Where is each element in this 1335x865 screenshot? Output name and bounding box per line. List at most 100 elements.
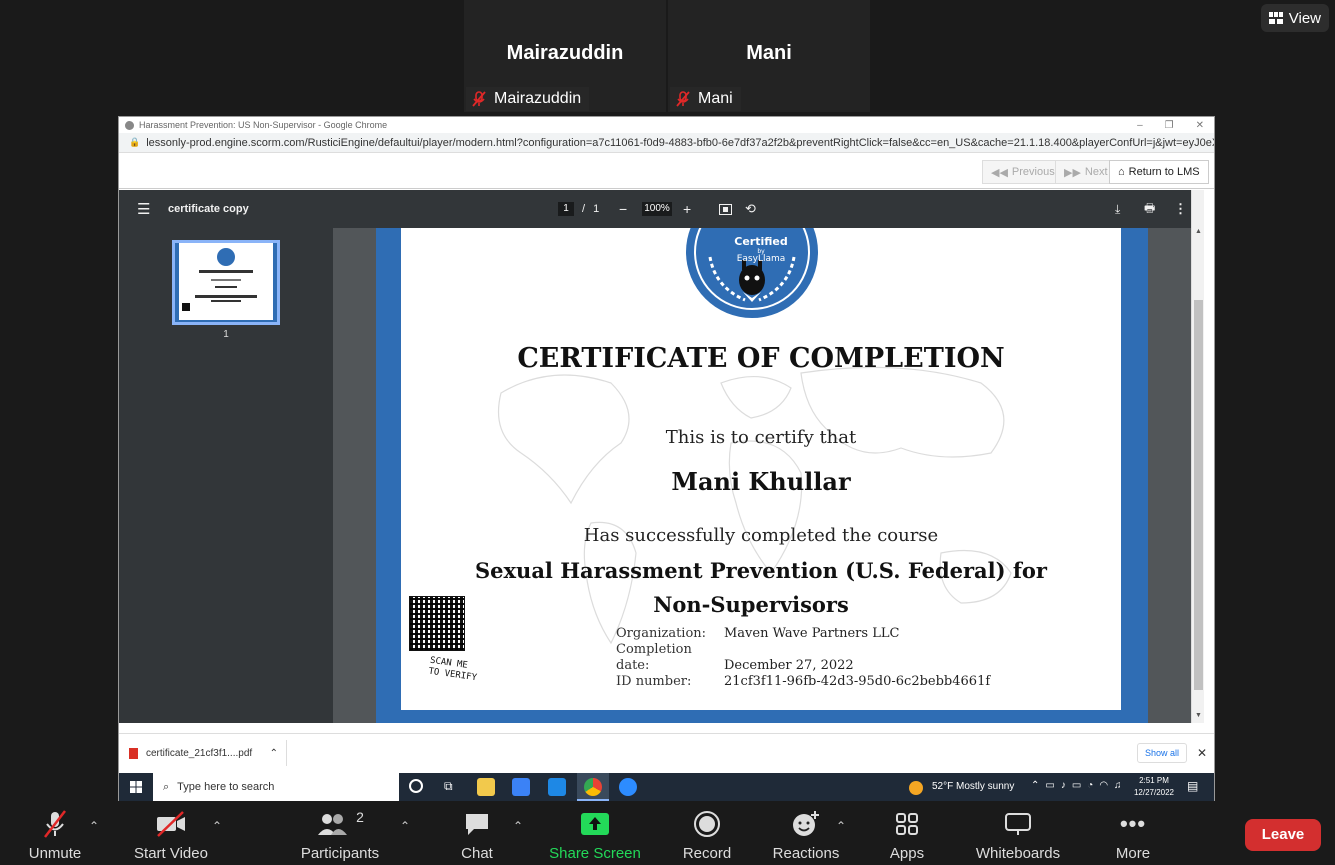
taskbar-search[interactable]: ⌕ Type here to search — [153, 773, 399, 801]
notifications-icon[interactable]: ▤ — [1187, 779, 1198, 793]
participants-icon — [318, 814, 348, 835]
zoom-in-icon[interactable]: + — [683, 190, 691, 228]
badge-text-brand: EasyLlama — [736, 254, 786, 264]
reactions-smiley-icon — [793, 811, 819, 836]
print-icon[interactable]: 🖶 — [1144, 190, 1155, 228]
apps-button[interactable]: Apps — [882, 807, 932, 862]
record-button[interactable]: Record — [676, 807, 738, 862]
view-button[interactable]: View — [1260, 4, 1329, 32]
pdf-toolbar: ☰ certificate copy 1 / 1 − 100% + ⟲ ⤓ 🖶 … — [119, 190, 1204, 228]
zoom-value[interactable]: 100% — [642, 202, 672, 216]
previous-button[interactable]: ◀◀ Previous — [982, 160, 1064, 184]
menu-icon[interactable]: ☰ — [137, 190, 150, 228]
participant-display-name: Mairazuddin — [506, 42, 624, 64]
task-view-icon[interactable]: ⧉ — [444, 779, 453, 794]
page-thumbnail[interactable] — [172, 240, 280, 325]
id-number-label: ID number: — [616, 674, 692, 689]
weather-icon — [909, 781, 923, 795]
page-number-input[interactable]: 1 — [558, 202, 574, 216]
show-all-button[interactable]: Show all — [1137, 743, 1188, 763]
badge-text-certified: Certified — [734, 235, 788, 248]
pdf-scrollbar[interactable]: ▲ ▼ — [1191, 190, 1204, 723]
more-options-icon[interactable]: ⋮ — [1174, 190, 1187, 228]
unmute-button[interactable]: Unmute — [20, 807, 90, 862]
chevron-up-icon[interactable]: ⌃ — [270, 748, 286, 759]
weather-text[interactable]: 52°F Mostly sunny — [932, 781, 1014, 792]
more-button[interactable]: ••• More — [1108, 807, 1158, 862]
file-explorer-icon[interactable] — [477, 778, 495, 796]
clock-date: 12/27/2022 — [1133, 788, 1175, 797]
chat-options-chevron-icon[interactable]: ⌃ — [513, 819, 523, 833]
whiteboards-button[interactable]: Whiteboards — [970, 807, 1066, 862]
mail-icon[interactable] — [548, 778, 566, 796]
scroll-down-arrow-icon[interactable]: ▼ — [1195, 712, 1202, 719]
return-label: Return to LMS — [1128, 166, 1200, 178]
previous-label: Previous — [1011, 166, 1055, 178]
return-to-lms-button[interactable]: ⌂ Return to LMS — [1109, 160, 1209, 184]
participant-tile-mani[interactable]: Mani Mani — [668, 0, 870, 112]
completion-date-value: December 27, 2022 — [724, 658, 854, 673]
rotate-icon[interactable]: ⟲ — [745, 190, 756, 228]
restore-icon[interactable]: ❐ — [1165, 120, 1174, 131]
share-screen-label: Share Screen — [549, 845, 641, 862]
share-screen-button[interactable]: Share Screen — [546, 807, 644, 862]
thumbnail-preview-graphic — [175, 243, 277, 322]
download-icon[interactable]: ⤓ — [1115, 190, 1120, 228]
store-icon[interactable] — [512, 778, 530, 796]
cortana-icon[interactable] — [409, 779, 423, 793]
id-number-value: 21cf3f11-96fb-42d3-95d0-6c2bebb4661f — [724, 674, 991, 689]
course-title-line1: Sexual Harassment Prevention (U.S. Feder… — [475, 558, 1047, 583]
chrome-taskbar-button[interactable] — [577, 773, 609, 801]
leave-button[interactable]: Leave — [1245, 819, 1321, 851]
verification-qr-code[interactable] — [409, 596, 465, 651]
grid-view-icon — [1268, 12, 1283, 24]
participant-tile-mairazuddin[interactable]: Mairazuddin Mairazuddin — [464, 0, 666, 112]
muted-mic-icon — [472, 91, 486, 107]
windows-start-icon[interactable] — [130, 781, 142, 793]
participant-display-name: Mani — [746, 42, 792, 64]
windows-taskbar: ⌕ Type here to search ⧉ 52°F Mostly sunn… — [119, 773, 1214, 801]
chrome-titlebar: Harassment Prevention: US Non-Supervisor… — [119, 117, 1214, 133]
scrollbar-thumb[interactable] — [1194, 300, 1203, 690]
close-window-icon[interactable]: ✕ — [1196, 120, 1204, 131]
reactions-options-chevron-icon[interactable]: ⌃ — [836, 819, 846, 833]
address-bar[interactable]: 🔒 lessonly-prod.engine.scorm.com/Rustici… — [119, 133, 1214, 153]
participants-options-chevron-icon[interactable]: ⌃ — [400, 819, 410, 833]
certify-text: This is to certify that — [665, 427, 857, 448]
close-downloads-icon[interactable]: ✕ — [1197, 746, 1207, 760]
fit-page-icon[interactable] — [719, 190, 732, 228]
taskbar-clock[interactable]: 2:51 PM 12/27/2022 — [1131, 775, 1177, 799]
scroll-up-arrow-icon[interactable]: ▲ — [1195, 228, 1202, 235]
completed-text: Has successfully completed the course — [583, 525, 939, 546]
zoom-out-icon[interactable]: − — [619, 190, 627, 228]
page-separator: / — [582, 203, 586, 215]
search-icon: ⌕ — [163, 780, 170, 793]
participant-name-tag: Mani — [670, 87, 741, 111]
download-filename: certificate_21cf3f1....pdf — [146, 747, 253, 759]
start-video-button[interactable]: Start Video — [128, 807, 214, 862]
reactions-button[interactable]: Reactions — [768, 807, 844, 862]
clock-time: 2:51 PM — [1139, 776, 1169, 785]
search-placeholder: Type here to search — [177, 781, 275, 793]
video-options-chevron-icon[interactable]: ⌃ — [212, 819, 222, 833]
thumbnail-page-number: 1 — [223, 329, 229, 340]
whiteboard-icon — [1005, 813, 1031, 835]
system-tray-icons[interactable]: ⌃▭♪▭◔◠♫ — [1031, 780, 1128, 791]
download-item[interactable]: certificate_21cf3f1....pdf ⌃ — [129, 740, 287, 766]
page-total: 1 — [593, 203, 600, 215]
participant-name-tag: Mairazuddin — [466, 87, 590, 111]
more-label: More — [1115, 845, 1151, 862]
chat-button[interactable]: Chat — [452, 807, 502, 862]
participants-count: 2 — [356, 809, 364, 825]
minimize-icon[interactable]: – — [1137, 120, 1143, 131]
next-button[interactable]: ▶▶ Next — [1055, 160, 1117, 184]
participants-label: Participants — [300, 845, 380, 862]
zoom-level[interactable]: 100% — [642, 190, 672, 228]
record-icon — [694, 811, 720, 837]
zoom-app-icon[interactable] — [619, 778, 637, 796]
downloads-bar: certificate_21cf3f1....pdf ⌃ Show all ✕ — [119, 733, 1214, 773]
start-video-label: Start Video — [134, 845, 208, 862]
participants-button[interactable]: 2 Participants — [296, 807, 384, 862]
audio-options-chevron-icon[interactable]: ⌃ — [89, 819, 99, 833]
certificate-details: Organization: Maven Wave Partners LLC Com… — [616, 626, 990, 690]
